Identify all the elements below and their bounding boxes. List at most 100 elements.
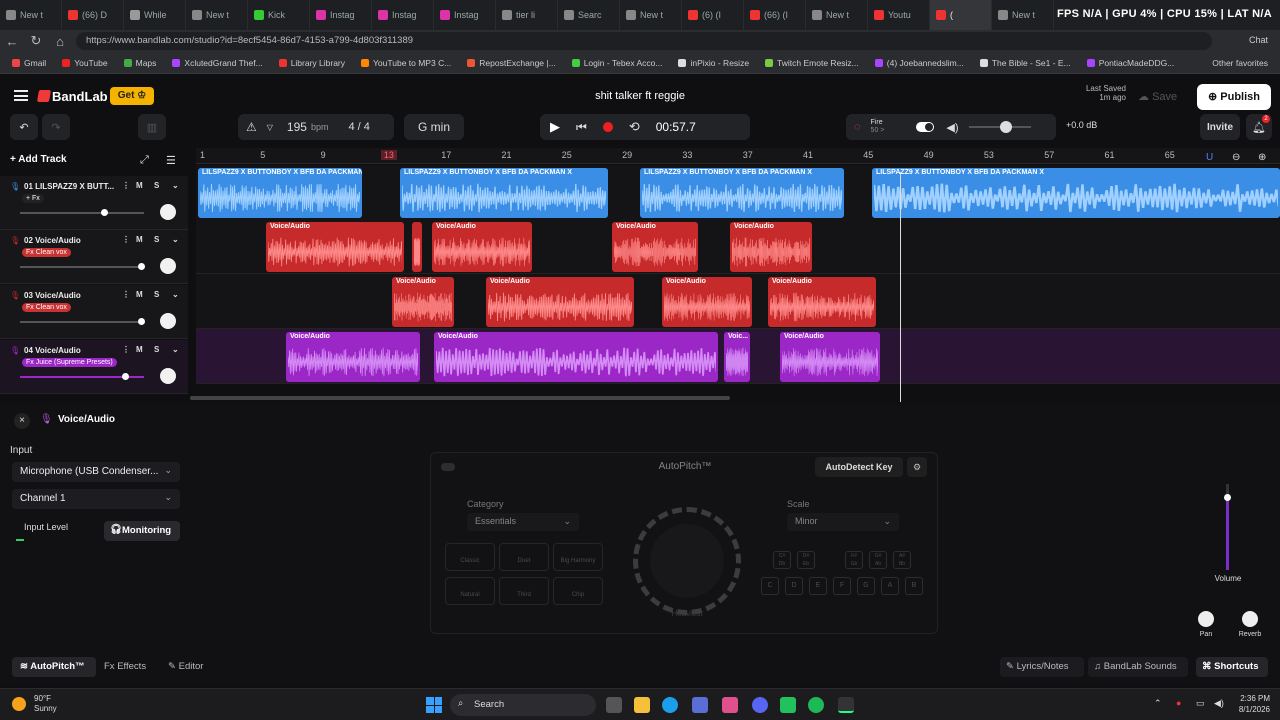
time-signature[interactable]: 4 / 4: [348, 121, 369, 133]
bookmark-item[interactable]: (4) Joebannedslim...: [867, 58, 972, 68]
bookmark-item[interactable]: YouTube to MP3 C...: [353, 58, 459, 68]
browser-tab[interactable]: tier li: [496, 0, 558, 30]
chevron-down-icon[interactable]: ⌄: [172, 345, 179, 354]
track-header[interactable]: 🎙︎ 04 Voice/Audio ⋮ M S ⌄ Fx Juice (Supreme Pr…: [0, 340, 188, 394]
audio-clip[interactable]: [412, 222, 422, 272]
mute-button[interactable]: M: [136, 345, 143, 354]
speaker-icon[interactable]: ◀): [946, 121, 958, 134]
natural-key-button[interactable]: F: [833, 577, 851, 595]
playhead[interactable]: [900, 172, 901, 402]
task-view-icon[interactable]: [606, 697, 622, 713]
browser-tab[interactable]: Instag: [434, 0, 496, 30]
save-button[interactable]: ☁ Save: [1138, 90, 1177, 103]
track-menu-icon[interactable]: ⋮: [122, 345, 130, 354]
scale-select[interactable]: Minor ⌄: [787, 513, 899, 531]
browser-tab[interactable]: (: [930, 0, 992, 30]
shortcuts-button[interactable]: ⌘ Shortcuts: [1196, 657, 1268, 677]
bookmark-item[interactable]: Library Library: [271, 58, 353, 68]
track-name[interactable]: 02 Voice/Audio: [24, 236, 118, 245]
browser-tab[interactable]: New t: [186, 0, 248, 30]
browser-tab[interactable]: (6) (I: [682, 0, 744, 30]
taskbar-search[interactable]: ⌕ Search: [450, 694, 596, 716]
record-icon[interactable]: [602, 122, 613, 132]
browser-tab[interactable]: (66) (I: [744, 0, 806, 30]
track-volume-knob[interactable]: [137, 263, 145, 270]
autodetect-key-button[interactable]: AutoDetect Key: [815, 457, 903, 477]
sharp-key-button[interactable]: G# Ab: [869, 551, 887, 569]
tab-editor[interactable]: ✎ Editor: [168, 661, 203, 672]
track-pan-dial[interactable]: [160, 258, 176, 274]
chevron-down-icon[interactable]: ⌄: [172, 235, 179, 244]
metronome-menu-icon[interactable]: ▽: [267, 123, 273, 132]
track-volume-knob[interactable]: [137, 318, 145, 325]
browser-tab[interactable]: Youtu: [868, 0, 930, 30]
browser-tab[interactable]: New t: [992, 0, 1054, 30]
autopitch-effect-tile[interactable]: Chip: [553, 577, 603, 605]
chat-button[interactable]: Chat: [1249, 35, 1268, 45]
audio-clip[interactable]: Voice/Audio: [662, 277, 752, 327]
sharp-key-button[interactable]: D# Eb: [797, 551, 815, 569]
bookmark-item[interactable]: Login - Tebex Acco...: [564, 58, 671, 68]
app-icon[interactable]: [780, 697, 796, 713]
snap-icon[interactable]: U: [1206, 152, 1213, 163]
track-lanes[interactable]: LILSPAZZ9 X BUTTONBOY X BFB DA PACKMAN X…: [196, 165, 1280, 393]
track-header[interactable]: 🎙︎ 03 Voice/Audio ⋮ M S ⌄ Fx Clean vox: [0, 285, 188, 339]
audio-clip[interactable]: LILSPAZZ9 X BUTTONBOY X BFB DA PACKMAN X: [872, 168, 1280, 218]
clock[interactable]: 2:36 PM 8/1/2026: [1234, 693, 1270, 715]
track-fx-badge[interactable]: Fx Clean vox: [22, 303, 71, 312]
weather-widget[interactable]: 90°F Sunny: [34, 694, 57, 714]
solo-button[interactable]: S: [154, 181, 159, 190]
toggle-switch[interactable]: [916, 122, 935, 132]
audio-clip[interactable]: LILSPAZZ9 X BUTTONBOY X BFB DA PACKMAN X: [198, 168, 362, 218]
audio-clip[interactable]: LILSPAZZ9 X BUTTONBOY X BFB DA PACKMAN X: [640, 168, 844, 218]
file-explorer-icon[interactable]: [634, 697, 650, 713]
other-bookmarks[interactable]: Other favorites: [1204, 58, 1280, 68]
track-volume-knob[interactable]: [100, 209, 108, 216]
track-volume-slider[interactable]: [20, 266, 144, 268]
track-menu-icon[interactable]: ⋮: [122, 290, 130, 299]
track-header[interactable]: 🎙︎ 02 Voice/Audio ⋮ M S ⌄ Fx Clean vox: [0, 230, 188, 284]
audio-clip[interactable]: Voice/Audio: [286, 332, 420, 382]
track-fx-badge[interactable]: Fx Juice (Supreme Presets): [22, 358, 117, 367]
mute-button[interactable]: M: [136, 181, 143, 190]
bookmark-item[interactable]: The Bible - Se1 - E...: [972, 58, 1079, 68]
master-volume-knob[interactable]: [999, 121, 1012, 133]
audio-clip[interactable]: Voice/Audio: [486, 277, 634, 327]
bookmark-item[interactable]: inPixio - Resize: [670, 58, 757, 68]
pan-dial[interactable]: [1198, 611, 1214, 627]
natural-key-button[interactable]: E: [809, 577, 827, 595]
redo-icon[interactable]: ↷: [42, 114, 70, 140]
track-fx-badge[interactable]: Fx Clean vox: [22, 248, 71, 257]
terminal-icon[interactable]: [838, 697, 854, 713]
reload-icon[interactable]: ↻: [24, 33, 48, 49]
back-icon[interactable]: ←: [0, 34, 24, 49]
chevron-down-icon[interactable]: ⌄: [172, 181, 179, 190]
edge-icon[interactable]: [662, 697, 678, 713]
tab-lyrics[interactable]: ✎ Lyrics/Notes: [1000, 657, 1084, 677]
tab-effects[interactable]: Fx Effects: [104, 661, 146, 672]
audio-clip[interactable]: Voice/Audio: [266, 222, 404, 272]
autopitch-settings-icon[interactable]: ⚙: [907, 457, 927, 477]
bookmark-item[interactable]: RepostExchange |...: [459, 58, 563, 68]
skip-back-icon[interactable]: ⏮: [576, 120, 587, 135]
timeline-ruler[interactable]: 1 5 9 13 17 21 25 29 33 37 41 45 49 53 57 61 65: [196, 148, 1280, 164]
autopitch-effect-tile[interactable]: Third: [499, 577, 549, 605]
browser-tab[interactable]: Kick: [248, 0, 310, 30]
natural-key-button[interactable]: D: [785, 577, 803, 595]
tab-autopitch[interactable]: ≋ AutoPitch™: [12, 657, 96, 677]
autopitch-effect-tile[interactable]: Natural: [445, 577, 495, 605]
sharp-key-button[interactable]: A# Bb: [893, 551, 911, 569]
track-lane[interactable]: Voice/Audio Voice/Audio Voic... Voice/Audio: [196, 329, 1280, 384]
solo-button[interactable]: S: [154, 235, 159, 244]
natural-key-button[interactable]: B: [905, 577, 923, 595]
audio-clip[interactable]: LILSPAZZ9 X BUTTONBOY X BFB DA PACKMAN X: [400, 168, 608, 218]
publish-button[interactable]: ⊕ Publish: [1197, 84, 1271, 110]
channel-select[interactable]: Channel 1 ⌄: [12, 489, 180, 509]
audio-clip[interactable]: Voice/Audio: [432, 222, 532, 272]
audio-clip[interactable]: Voice/Audio: [768, 277, 876, 327]
windows-start-icon[interactable]: [426, 697, 442, 713]
browser-tab[interactable]: New t: [806, 0, 868, 30]
natural-key-button[interactable]: G: [857, 577, 875, 595]
key-button[interactable]: G min: [404, 114, 464, 140]
track-pan-dial[interactable]: [160, 368, 176, 384]
